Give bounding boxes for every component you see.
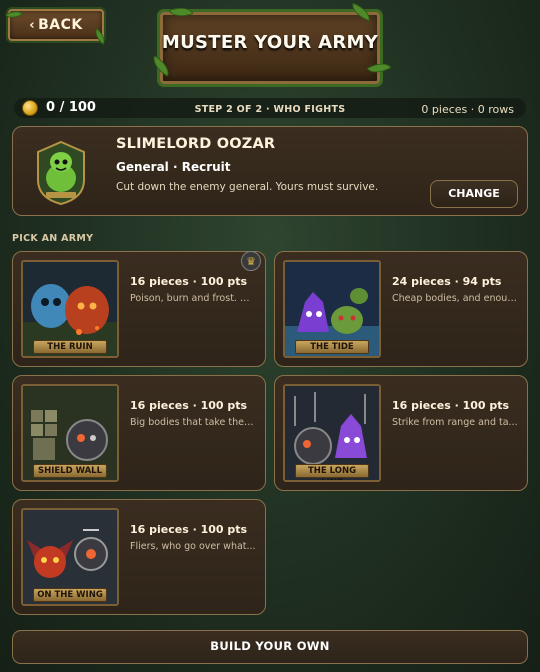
general-name: SLIMELORD OOZAR: [116, 136, 276, 152]
chevron-left-icon: ‹: [29, 17, 36, 33]
army-stats: 16 pieces · 100 pts: [392, 399, 510, 412]
army-stats: 16 pieces · 100 pts: [130, 275, 248, 288]
army-card-on-the-wing[interactable]: ON THE WING 16 pieces · 100 pts Fliers, …: [12, 499, 266, 615]
army-art-shield-wall: SHIELD WALL: [21, 384, 119, 482]
coin-count: 0 / 100: [46, 100, 96, 115]
army-card-the-tide[interactable]: THE TIDE 24 pieces · 94 pts Cheap bodies…: [274, 251, 528, 367]
army-description: Big bodies that take the ...: [130, 417, 256, 428]
army-card-shield-wall[interactable]: SHIELD WALL 16 pieces · 100 pts Big bodi…: [12, 375, 266, 491]
army-stats: 16 pieces · 100 pts: [130, 523, 248, 536]
pick-army-label: PICK AN ARMY: [12, 233, 94, 244]
army-counts: 0 pieces · 0 rows: [421, 103, 514, 116]
army-art-on-the-wing: ON THE WING: [21, 508, 119, 606]
army-card-the-ruin[interactable]: THE RUIN 16 pieces · 100 pts Poison, bur…: [12, 251, 266, 367]
back-label: BACK: [38, 17, 83, 33]
army-description: Poison, burn and frost. W...: [130, 293, 256, 304]
army-art-the-ruin: THE RUIN: [21, 260, 119, 358]
army-art-the-long-line: THE LONG LINE: [283, 384, 381, 482]
army-description: Strike from range and ta...: [392, 417, 518, 428]
army-card-the-long-line[interactable]: THE LONG LINE 16 pieces · 100 pts Strike…: [274, 375, 528, 491]
army-label: SHIELD WALL: [33, 464, 107, 478]
army-stats: 24 pieces · 94 pts: [392, 275, 502, 288]
army-label: ON THE WING: [33, 588, 107, 602]
general-portrait: [37, 140, 85, 206]
army-label: THE TIDE: [295, 340, 369, 354]
crown-icon: ♛: [241, 251, 261, 271]
army-label: THE RUIN: [33, 340, 107, 354]
coin-icon: [22, 100, 38, 116]
army-label: THE LONG LINE: [295, 464, 369, 480]
build-your-own-button[interactable]: BUILD YOUR OWN: [12, 630, 528, 664]
general-description: Cut down the enemy general. Yours must s…: [116, 181, 379, 193]
army-stats: 16 pieces · 100 pts: [130, 399, 248, 412]
army-art-the-tide: THE TIDE: [283, 260, 381, 358]
step-indicator: STEP 2 OF 2 · WHO FIGHTS: [194, 104, 346, 115]
army-description: Cheap bodies, and enoug...: [392, 293, 518, 304]
army-description: Fliers, who go over what...: [130, 541, 256, 552]
general-role: General · Recruit: [116, 160, 231, 174]
page-title: MUSTER YOUR ARMY: [161, 32, 379, 53]
change-general-button[interactable]: CHANGE: [430, 180, 518, 208]
